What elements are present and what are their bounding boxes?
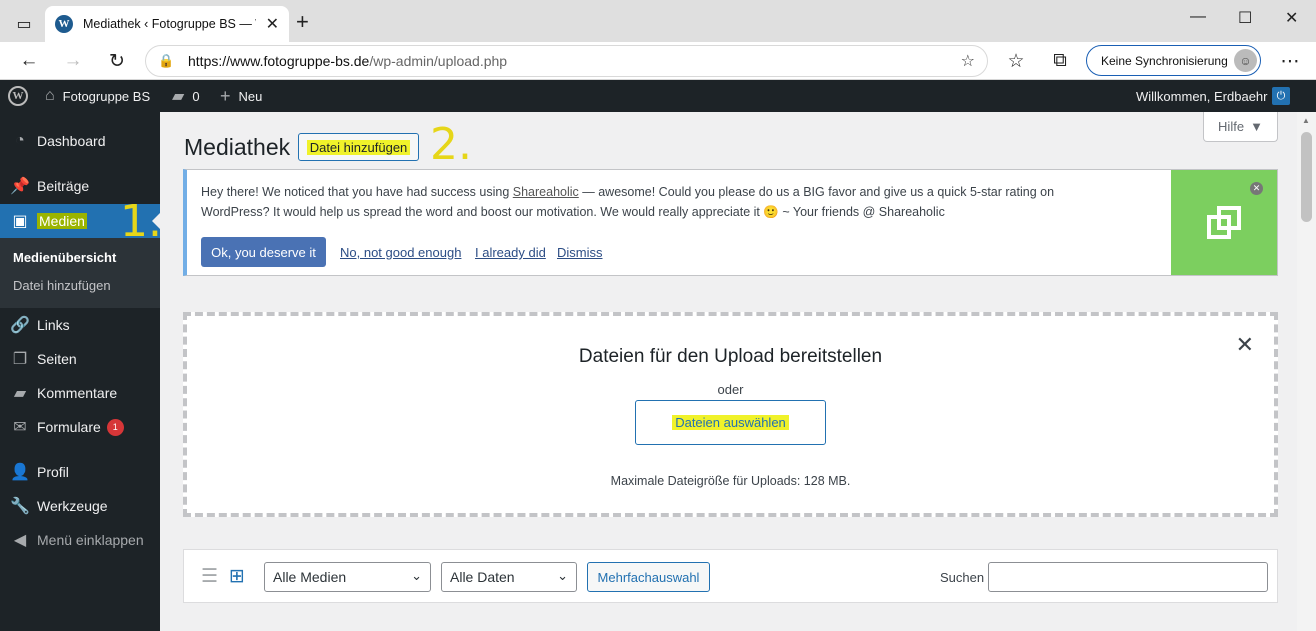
scrollbar-thumb[interactable] — [1301, 132, 1312, 222]
search-label: Suchen — [940, 570, 985, 585]
favorites-icon[interactable]: ☆ — [1003, 48, 1029, 74]
notice-message: Hey there! We noticed that you have had … — [201, 185, 1055, 219]
upload-or: oder — [717, 382, 744, 397]
reload-icon[interactable]: ↻ — [104, 48, 130, 74]
sidebar-item-profile[interactable]: 👤 Profil — [0, 455, 160, 489]
back-arrow-icon[interactable]: ← — [16, 48, 42, 74]
maximize-icon[interactable]: ☐ — [1238, 8, 1252, 28]
new-tab-icon[interactable]: + — [296, 11, 309, 33]
annotation-2: 2. — [430, 119, 472, 170]
dismiss-link[interactable]: Dismiss — [557, 245, 603, 260]
caret-down-icon: ▼ — [1250, 119, 1263, 134]
site-name-link[interactable]: ⌂ Fotogruppe BS — [45, 80, 150, 112]
media-icon: ▣ — [12, 213, 28, 230]
not-good-link[interactable]: No, not good enough — [340, 245, 461, 260]
tab-title: Mediathek ‹ Fotogruppe BS — W — [83, 17, 256, 31]
select-files-button[interactable]: Dateien auswählen — [635, 400, 826, 445]
comment-bubble-icon: ▰ — [172, 88, 185, 105]
lock-icon: 🔒 — [158, 53, 175, 68]
chevron-down-icon: ⌄ — [557, 568, 568, 583]
close-uploader-icon[interactable]: ✕ — [1236, 332, 1254, 358]
new-content-link[interactable]: + Neu — [220, 80, 262, 112]
comments-link[interactable]: ▰ 0 — [172, 80, 200, 112]
media-toolbar: ☰ ⊞ Alle Medien ⌄ Alle Daten ⌄ Mehrfacha… — [183, 549, 1278, 603]
collapse-menu-button[interactable]: ◀ Menü einklappen — [0, 523, 160, 557]
wrench-icon: 🔧 — [10, 498, 30, 515]
forward-arrow-icon[interactable]: → — [60, 48, 86, 74]
user-icon: 👤 — [10, 464, 30, 481]
add-favorite-icon[interactable]: ☆ — [961, 51, 975, 71]
link-icon: 🔗 — [10, 317, 30, 334]
rate-ok-button[interactable]: Ok, you deserve it — [201, 237, 326, 267]
chevron-down-icon: ⌄ — [411, 568, 422, 583]
browser-tab-bar: ▭ W Mediathek ‹ Fotogruppe BS — W ✕ + — … — [0, 0, 1316, 42]
sync-button[interactable]: Keine Synchronisierung ☺ — [1086, 45, 1261, 76]
close-tab-icon[interactable]: ✕ — [266, 14, 279, 34]
profile-avatar-icon: ☺ — [1234, 49, 1257, 72]
grid-view-icon[interactable]: ⊞ — [229, 567, 249, 587]
sidebar-item-comments[interactable]: ▰ Kommentare — [0, 376, 160, 410]
media-type-filter[interactable]: Alle Medien ⌄ — [264, 562, 431, 592]
sidebar-item-pages[interactable]: ❐ Seiten — [0, 342, 160, 376]
admin-sidebar: ◔ Dashboard 📌 Beiträge ▣ Medien Medienüb… — [0, 112, 160, 631]
sidebar-item-dashboard[interactable]: ◔ Dashboard — [0, 124, 160, 158]
forms-count-badge: 1 — [106, 418, 124, 436]
more-menu-icon[interactable]: ⋯ — [1277, 48, 1303, 74]
address-bar[interactable]: 🔒 https://www.fotogruppe-bs.de/wp-admin/… — [145, 45, 988, 77]
power-icon[interactable]: ⏻ — [1272, 87, 1290, 105]
plus-icon: + — [220, 85, 231, 106]
max-upload-size: Maximale Dateigröße für Uploads: 128 MB. — [610, 474, 851, 488]
wordpress-favicon-icon: W — [55, 15, 73, 33]
collapse-icon: ◀ — [13, 532, 27, 549]
comment-icon: ▰ — [13, 385, 27, 402]
mail-icon: ✉ — [13, 419, 27, 436]
bulk-select-button[interactable]: Mehrfachauswahl — [587, 562, 710, 592]
shareaholic-link[interactable]: Shareaholic — [513, 185, 579, 199]
help-button[interactable]: Hilfe ▼ — [1203, 112, 1278, 142]
upload-title: Dateien für den Upload bereitstellen — [578, 346, 883, 367]
collections-icon[interactable]: ⧉ — [1047, 48, 1073, 74]
pin-icon: 📌 — [10, 178, 30, 195]
page-title: Mediathek — [184, 134, 291, 160]
browser-tab[interactable]: W Mediathek ‹ Fotogruppe BS — W ✕ — [45, 6, 289, 42]
media-submenu: Medienübersicht Datei hinzufügen — [0, 238, 160, 308]
media-search-input[interactable] — [988, 562, 1268, 592]
sidebar-item-links[interactable]: 🔗 Links — [0, 308, 160, 342]
notice-close-icon[interactable]: ✕ — [1250, 182, 1263, 195]
welcome-user-link[interactable]: Willkommen, Erdbaehr — [1136, 80, 1268, 112]
tab-actions-icon[interactable]: ▭ — [10, 10, 38, 38]
add-file-button[interactable]: Datei hinzufügen — [298, 133, 419, 161]
wordpress-logo-icon[interactable]: W — [8, 86, 28, 106]
submenu-add-file[interactable]: Datei hinzufügen — [13, 278, 111, 293]
scroll-up-icon[interactable]: ▲ — [1302, 116, 1310, 125]
home-icon: ⌂ — [45, 87, 55, 104]
window-close-icon[interactable]: ✕ — [1285, 8, 1298, 28]
sidebar-item-forms[interactable]: ✉ Formulare 1 — [0, 410, 160, 444]
already-did-link[interactable]: I already did — [475, 245, 546, 260]
browser-nav-bar: ← → ↻ 🔒 https://www.fotogruppe-bs.de/wp-… — [0, 42, 1316, 80]
url-text: https://www.fotogruppe-bs.de/wp-admin/up… — [188, 53, 508, 69]
upload-dropzone[interactable]: Dateien für den Upload bereitstellen ode… — [183, 312, 1278, 517]
date-filter[interactable]: Alle Daten ⌄ — [441, 562, 577, 592]
shareaholic-logo-icon: ✕ — [1171, 170, 1277, 275]
minimize-icon[interactable]: — — [1190, 8, 1206, 26]
dashboard-icon: ◔ — [15, 132, 25, 149]
page-scrollbar[interactable]: ▲ — [1297, 112, 1316, 631]
sidebar-item-tools[interactable]: 🔧 Werkzeuge — [0, 489, 160, 523]
pages-icon: ❐ — [12, 351, 28, 368]
shareaholic-squares-icon — [1207, 205, 1241, 239]
shareaholic-notice: Hey there! We noticed that you have had … — [183, 169, 1278, 276]
submenu-media-library[interactable]: Medienübersicht — [13, 250, 116, 265]
wp-admin-bar: W ⌂ Fotogruppe BS ▰ 0 + Neu Willkommen, … — [0, 80, 1316, 112]
sync-label: Keine Synchronisierung — [1101, 53, 1228, 68]
annotation-1: 1. — [120, 196, 162, 247]
list-view-icon[interactable]: ☰ — [201, 567, 221, 587]
